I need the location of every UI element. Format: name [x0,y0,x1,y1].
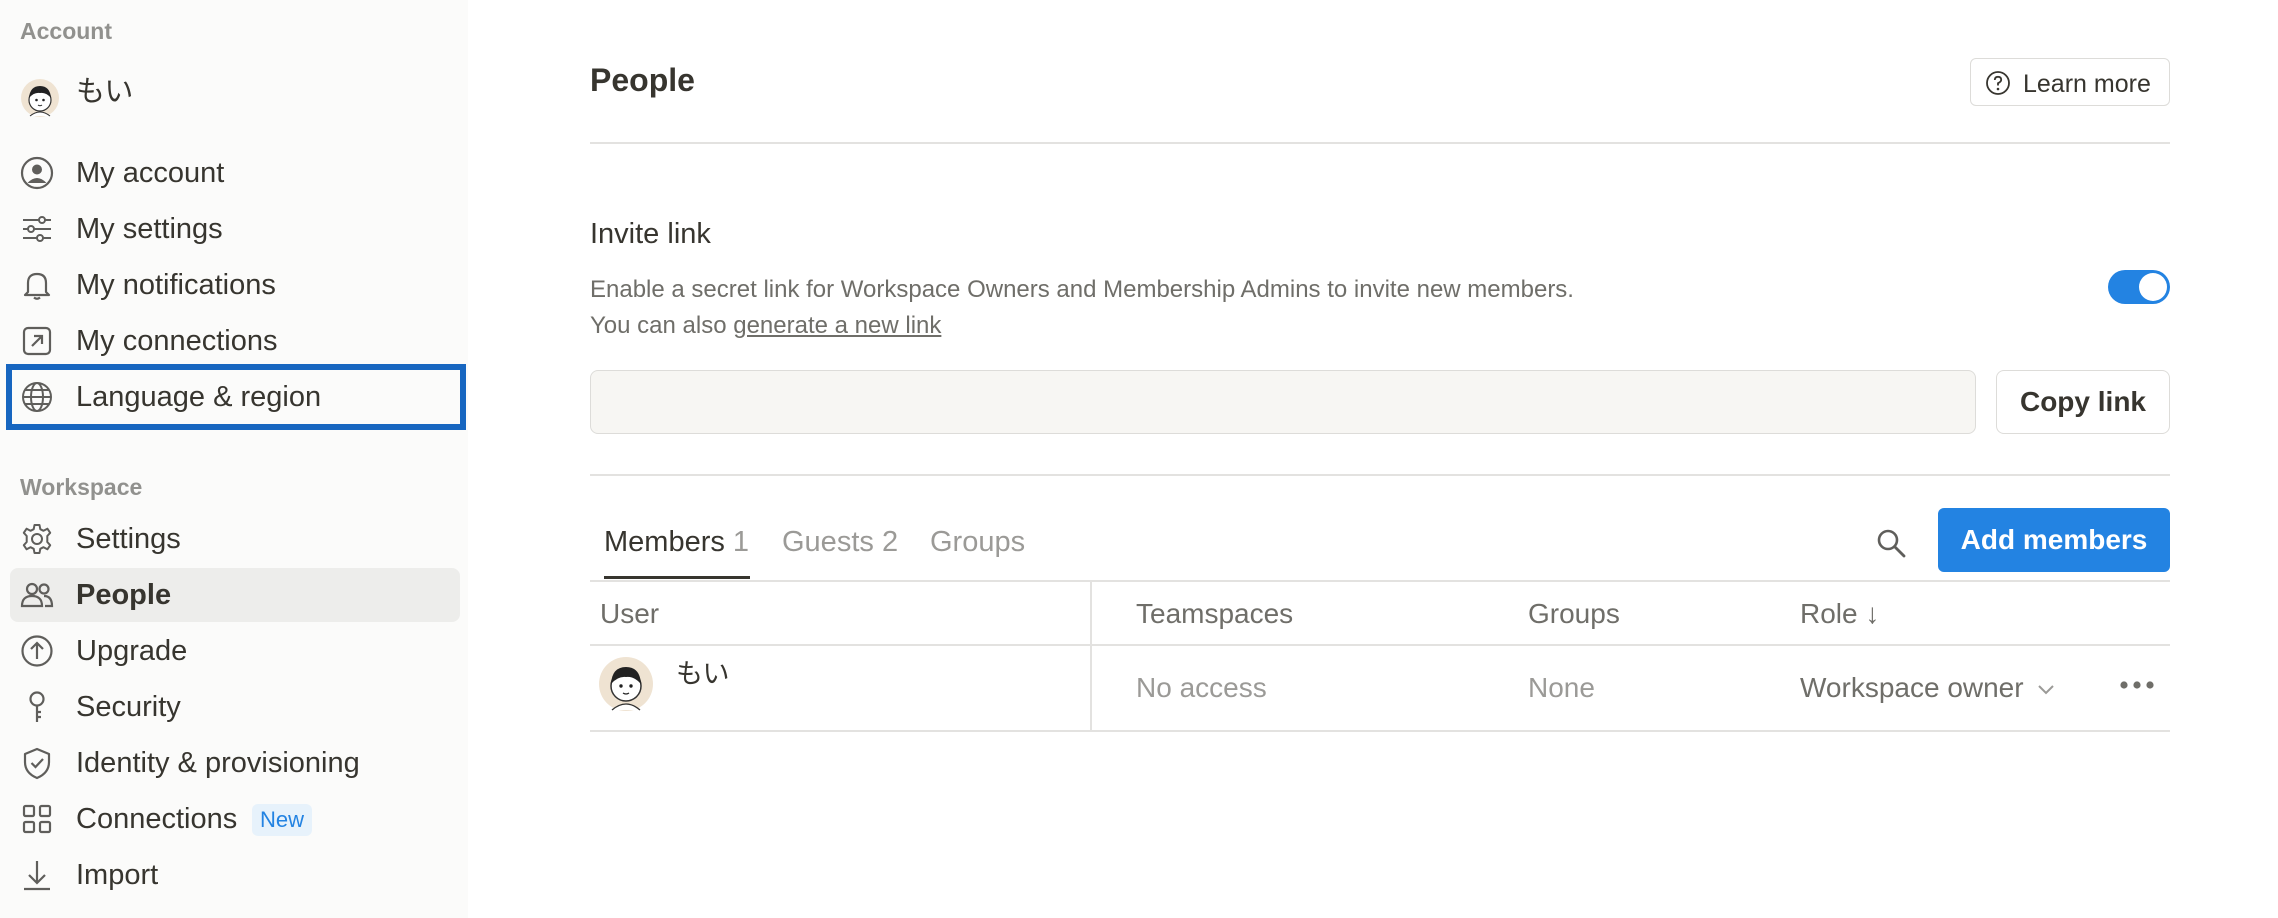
generate-new-link[interactable]: generate a new link [733,312,941,339]
avatar [599,657,653,711]
sidebar-item-my-settings[interactable]: My settings [10,202,460,256]
account-user-name: もい [76,76,134,108]
page-title: People [590,62,695,98]
tab-groups[interactable]: Groups [930,526,1025,559]
table-top-border [590,580,2170,582]
search-icon[interactable] [1874,526,1908,560]
sidebar-item-security[interactable]: Security [10,680,460,734]
column-header-role[interactable]: Role ↓ [1800,598,1879,630]
sidebar-item-label: My notifications [76,269,276,301]
learn-more-button[interactable]: Learn more [1970,58,2170,106]
divider [590,142,2170,144]
sidebar-item-language-region[interactable]: Language & region [6,364,466,430]
tab-label: Guests [782,526,874,558]
sidebar-item-connections[interactable]: Connections New [10,792,460,846]
divider [590,474,2170,476]
active-tab-indicator [604,576,750,579]
tab-label: Members [604,526,725,558]
sidebar-item-settings[interactable]: Settings [10,512,460,566]
sidebar-item-my-connections[interactable]: My connections [10,314,460,368]
column-header-teamspaces[interactable]: Teamspaces [1136,598,1293,630]
member-name: もい [676,659,730,689]
arrow-up-circle-icon [21,635,53,667]
question-circle-icon [1986,71,2010,95]
people-icon [20,582,54,608]
tab-label: Groups [930,526,1026,558]
sidebar-item-label: People [76,579,172,611]
sidebar-item-label: Upgrade [76,635,188,667]
key-icon [29,691,45,722]
account-user: もい [20,62,450,122]
member-role-dropdown[interactable]: Workspace owner [1800,672,2055,704]
add-members-button[interactable]: Add members [1938,508,2170,572]
toggle-knob [2139,273,2167,301]
sidebar-item-label: Language & region [76,381,322,413]
people-settings-panel: People Learn more Invite link Enable a s… [468,0,2278,918]
column-header-user[interactable]: User [600,598,659,630]
sidebar-item-label: Settings [76,523,181,555]
column-header-groups[interactable]: Groups [1528,598,1620,630]
grid-icon [22,804,52,834]
row-border [590,730,2170,732]
column-separator [1090,582,1092,730]
learn-more-label: Learn more [2023,70,2151,98]
sidebar-item-identity-provisioning[interactable]: Identity & provisioning [10,736,460,790]
sidebar-item-people[interactable]: People [10,568,460,622]
tab-members[interactable]: Members 1 [604,526,749,559]
copy-link-button[interactable]: Copy link [1996,370,2170,434]
sidebar-item-label: My connections [76,325,278,357]
invite-link-description: Enable a secret link for Workspace Owner… [590,272,1690,344]
sidebar-item-label: Identity & provisioning [76,747,360,779]
sidebar-item-my-account[interactable]: My account [10,146,460,200]
tab-guests[interactable]: Guests 2 [782,526,898,559]
sidebar-item-my-notifications[interactable]: My notifications [10,258,460,312]
bell-icon [23,272,51,300]
import-arrow-icon [24,861,50,891]
header-row-border [590,644,2170,646]
invite-desc-line2: You can also generate a new link [590,308,1690,344]
sidebar-item-label: Import [76,859,159,891]
sidebar-item-import[interactable]: Import [10,848,460,902]
shield-check-icon [23,747,51,780]
account-section-label: Account [20,18,112,44]
invite-desc-line1: Enable a secret link for Workspace Owner… [590,276,1574,303]
chevron-down-icon [2038,684,2055,695]
new-badge: New [252,804,313,836]
globe-icon [22,382,52,412]
avatar [21,79,59,117]
settings-sidebar: Account もい My account My settings My not… [0,0,468,918]
sliders-icon [23,216,51,242]
member-teamspaces: No access [1136,672,1267,703]
member-role: Workspace owner [1800,672,2024,703]
invite-link-toggle[interactable] [2108,270,2170,304]
invite-link-title: Invite link [590,218,711,250]
user-circle-icon [20,156,54,190]
sidebar-item-label: My account [76,157,225,189]
sidebar-item-label: Connections [76,803,238,835]
invite-link-field[interactable] [590,370,1976,434]
tab-count: 1 [732,526,750,558]
more-options-icon[interactable] [2116,672,2158,698]
invite-desc-prefix: You can also [590,312,734,339]
sidebar-item-upgrade[interactable]: Upgrade [10,624,460,678]
workspace-section-label: Workspace [20,474,143,500]
member-groups: None [1528,672,1595,703]
arrow-up-right-box-icon [22,326,52,356]
tab-count: 2 [881,526,899,558]
gear-icon [22,524,52,554]
sidebar-item-label: My settings [76,213,223,245]
sidebar-item-label: Security [76,691,181,723]
